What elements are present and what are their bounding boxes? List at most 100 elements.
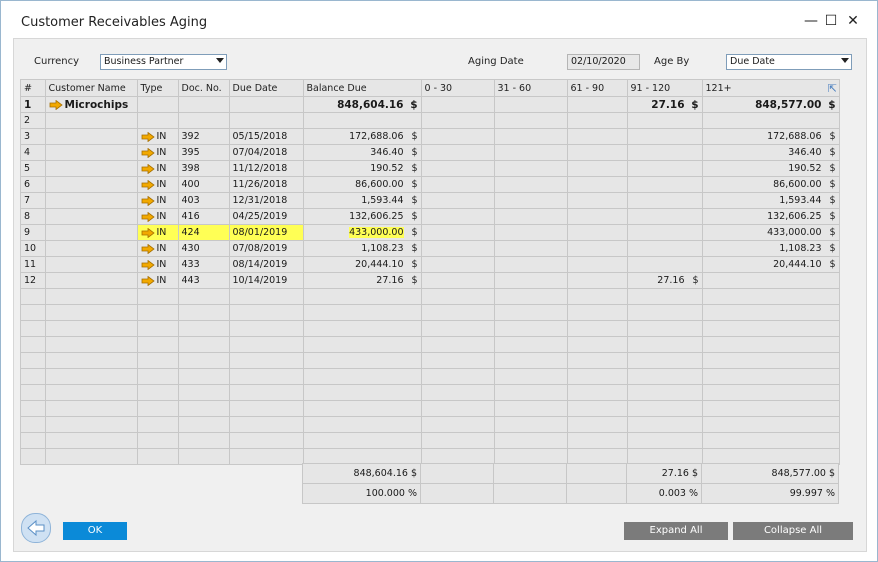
table-row[interactable]: 12 IN 443 10/14/2019 27.16 $27.16 $	[21, 272, 839, 289]
link-arrow-icon[interactable]	[141, 195, 155, 206]
pct-91-120: 0.003 %	[626, 483, 702, 504]
bucket-31-60	[494, 240, 568, 257]
bucket-0-30	[421, 96, 495, 113]
balance-due: 20,444.10 $	[303, 256, 422, 273]
link-arrow-icon[interactable]	[141, 179, 155, 190]
doc-number-text: 395	[181, 147, 200, 158]
balance-due-value: 190.52	[370, 163, 404, 174]
doc-type-text: IN	[156, 195, 167, 206]
doc-type-text: IN	[156, 131, 167, 142]
doc-number: 443	[178, 272, 230, 289]
col-header-due-date[interactable]: Due Date	[229, 80, 304, 97]
row-number: 3	[21, 128, 46, 145]
bucket-61-90	[567, 176, 628, 193]
link-arrow-icon[interactable]	[141, 131, 155, 142]
balance-due-currency: $	[411, 275, 418, 286]
aging-grid: ⇱ # Customer Name Type Doc. No. Due Date…	[20, 79, 840, 465]
customer-name	[45, 176, 138, 193]
balance-due-currency: $	[411, 243, 418, 254]
link-arrow-icon[interactable]	[141, 227, 155, 238]
balance-due: 433,000.00 $	[303, 224, 422, 241]
bucket-121plus: 1,593.44 $	[702, 192, 839, 209]
link-arrow-icon[interactable]	[141, 211, 155, 222]
bucket-0-30	[421, 112, 495, 129]
total-91-120: 27.16 $	[626, 463, 702, 484]
expand-all-button[interactable]: Expand All	[624, 522, 728, 540]
table-row[interactable]: 2	[21, 112, 839, 129]
col-header-0-30[interactable]: 0 - 30	[421, 80, 495, 97]
table-row[interactable]: 9 IN 424 08/01/2019 433,000.00 $433,000.00 $	[21, 224, 839, 241]
balance-due-currency: $	[410, 98, 418, 111]
doc-type-text: IN	[156, 243, 167, 254]
col-header-61-90[interactable]: 61 - 90	[567, 80, 628, 97]
bucket-121plus: 20,444.10 $	[702, 256, 839, 273]
bucket-91-120-currency: $	[692, 275, 699, 286]
collapse-all-button[interactable]: Collapse All	[733, 522, 853, 540]
bucket-121plus-currency: $	[829, 195, 836, 206]
table-row[interactable]: 10 IN 430 07/08/2019 1,108.23 $1,108.23 $	[21, 240, 839, 257]
bucket-121plus: 433,000.00 $	[702, 224, 839, 241]
link-arrow-icon[interactable]	[49, 99, 63, 110]
bucket-31-60	[494, 96, 568, 113]
link-arrow-icon[interactable]	[141, 163, 155, 174]
bucket-91-120	[627, 128, 703, 145]
table-row[interactable]: 3 IN 392 05/15/2018 172,688.06 $172,688.06 $	[21, 128, 839, 145]
doc-number-text: 430	[181, 243, 200, 254]
balance-due-currency: $	[411, 179, 418, 190]
row-number: 11	[21, 256, 46, 273]
back-button[interactable]	[21, 513, 51, 543]
due-date: 10/14/2019	[229, 272, 304, 289]
chevron-down-icon	[841, 58, 849, 63]
ok-button[interactable]: OK	[63, 522, 127, 540]
close-button[interactable]: ✕	[846, 13, 860, 29]
bucket-91-120	[627, 224, 703, 241]
bucket-91-120	[627, 256, 703, 273]
currency-select[interactable]: Business Partner	[100, 54, 227, 70]
balance-due: 190.52 $	[303, 160, 422, 177]
link-arrow-icon[interactable]	[141, 275, 155, 286]
table-row[interactable]: 8 IN 416 04/25/2019 132,606.25 $132,606.25 $	[21, 208, 839, 225]
doc-number-text: 424	[181, 227, 200, 238]
maximize-button[interactable]: ☐	[824, 13, 838, 29]
bucket-121plus-currency: $	[829, 131, 836, 142]
col-header-121plus[interactable]: 121+	[702, 80, 839, 97]
table-row[interactable]: 1 Microchips 848,604.16 $27.16 $848,577.00 $	[21, 96, 839, 113]
link-arrow-icon[interactable]	[141, 259, 155, 270]
col-header-doc[interactable]: Doc. No.	[178, 80, 230, 97]
link-arrow-icon[interactable]	[141, 147, 155, 158]
col-header-31-60[interactable]: 31 - 60	[494, 80, 568, 97]
table-row[interactable]: 11 IN 433 08/14/2019 20,444.10 $20,444.10 $	[21, 256, 839, 273]
expand-grid-icon[interactable]: ⇱	[828, 82, 837, 95]
col-header-customer[interactable]: Customer Name	[45, 80, 138, 97]
link-arrow-icon[interactable]	[141, 243, 155, 254]
doc-number: 400	[178, 176, 230, 193]
bucket-121plus-currency: $	[829, 211, 836, 222]
age-by-select[interactable]: Due Date	[726, 54, 852, 70]
due-date-text: 08/14/2019	[232, 259, 288, 270]
balance-due-value: 346.40	[370, 147, 404, 158]
col-header-balance[interactable]: Balance Due	[303, 80, 422, 97]
row-number: 7	[21, 192, 46, 209]
bucket-61-90	[567, 208, 628, 225]
bucket-61-90	[567, 160, 628, 177]
table-row[interactable]: 4 IN 395 07/04/2018 346.40 $346.40 $	[21, 144, 839, 161]
bucket-0-30	[421, 128, 495, 145]
table-row[interactable]: 7 IN 403 12/31/2018 1,593.44 $1,593.44 $	[21, 192, 839, 209]
aging-date-field[interactable]: 02/10/2020	[567, 54, 640, 70]
bucket-91-120	[627, 144, 703, 161]
doc-number	[178, 112, 230, 129]
balance-due-value: 20,444.10	[355, 259, 404, 270]
balance-due-value: 433,000.00	[349, 227, 404, 238]
col-header-num[interactable]: #	[21, 80, 46, 97]
table-row[interactable]: 6 IN 400 11/26/2018 86,600.00 $86,600.00 $	[21, 176, 839, 193]
row-number: 10	[21, 240, 46, 257]
empty-row	[21, 304, 839, 321]
col-header-type[interactable]: Type	[137, 80, 179, 97]
balance-due: 1,108.23 $	[303, 240, 422, 257]
minimize-button[interactable]: —	[804, 13, 818, 29]
table-row[interactable]: 5 IN 398 11/12/2018 190.52 $190.52 $	[21, 160, 839, 177]
pct-121plus: 99.997 %	[701, 483, 839, 504]
col-header-91-120[interactable]: 91 - 120	[627, 80, 703, 97]
customer-name	[45, 208, 138, 225]
bucket-31-60	[494, 224, 568, 241]
